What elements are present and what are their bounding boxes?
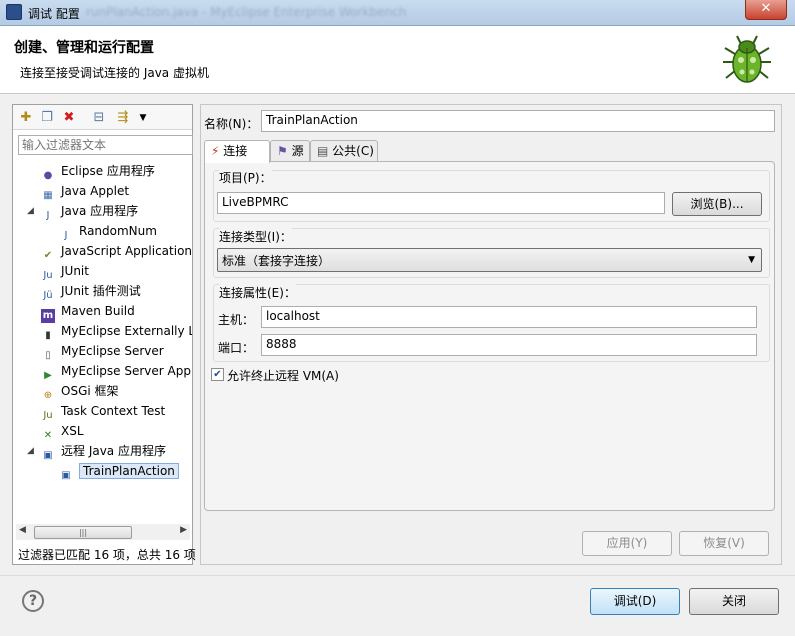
delete-icon[interactable]: ✖ <box>61 110 77 126</box>
expand-toggle-icon[interactable]: ◢ <box>27 201 34 221</box>
tree-item-label: JUnit <box>61 264 89 278</box>
tree-item-label: JUnit 插件测试 <box>61 284 141 298</box>
page-title: 创建、管理和运行配置 <box>14 40 154 56</box>
horizontal-scrollbar[interactable]: ◀ ||| ▶ <box>16 524 190 540</box>
project-label: 项目(P)： <box>219 169 272 186</box>
tree-item-label: MyEclipse Server <box>61 344 164 358</box>
filter-status: 过滤器已匹配 16 项，总共 16 项 <box>18 548 196 562</box>
filter-input[interactable] <box>18 135 193 155</box>
tree-item[interactable]: ◢ ▣ 远程 Java 应用程序 <box>27 441 166 461</box>
tree-item-label: Maven Build <box>61 304 135 318</box>
tree-item-label: MyEclipse Externally La <box>61 324 192 338</box>
tree-item[interactable]: ▮ MyEclipse Externally La <box>41 321 192 341</box>
conn-type-value: 标准（套接字连接） <box>222 254 331 268</box>
window-title: 调试 配置 <box>28 7 80 21</box>
tree-item-label: Java Applet <box>61 184 130 198</box>
tree-item[interactable]: J RandomNum <box>59 221 157 241</box>
host-label: 主机： <box>218 313 255 327</box>
remote-config-icon: ▣ <box>61 470 71 481</box>
name-label: 名称(N)： <box>204 117 259 131</box>
filter-dropdown-icon[interactable]: ▼ <box>135 110 151 126</box>
tab-content: 项目(P)： LiveBPMRC 浏览(B)... 连接类型(I)： 标准（套接… <box>204 161 775 511</box>
debug-bug-icon <box>723 35 771 83</box>
java-app-icon: J <box>46 210 50 221</box>
tree-item[interactable]: ▯ MyEclipse Server <box>41 341 164 361</box>
close-window-button[interactable]: ✕ <box>745 0 787 20</box>
debug-button[interactable]: 调试(D) <box>590 588 680 615</box>
scroll-thumb[interactable]: ||| <box>34 526 132 539</box>
tree-item[interactable]: ◢ J Java 应用程序 <box>27 201 139 221</box>
tree-item-label: RandomNum <box>79 224 157 238</box>
tree-item-label: Java 应用程序 <box>61 204 139 218</box>
tree-item[interactable]: ▣ TrainPlanAction <box>59 461 179 481</box>
tree-item[interactable]: ✔ JavaScript Application <box>41 241 192 261</box>
tab-connect[interactable]: ⚡ 连接 <box>204 140 270 163</box>
duplicate-icon[interactable]: ❐ <box>39 110 55 126</box>
source-icon: ⚑ <box>277 144 288 158</box>
tree-item-label: Eclipse 应用程序 <box>61 164 155 178</box>
window-title-background: runPlanAction.java - MyEclipse Enterpris… <box>86 5 407 19</box>
conn-props-label: 连接属性(E)： <box>219 284 296 301</box>
connect-icon: ⚡ <box>211 144 220 158</box>
scroll-right-icon[interactable]: ▶ <box>180 525 187 535</box>
help-icon[interactable]: ? <box>22 590 44 612</box>
page-subtitle: 连接至接受调试连接的 Java 虚拟机 <box>20 66 209 80</box>
tab-connect-label: 连接 <box>223 144 248 158</box>
tab-common[interactable]: ▤ 公共(C) <box>310 140 378 162</box>
tree-item[interactable]: m Maven Build <box>41 301 135 323</box>
tree-item-label: TrainPlanAction <box>79 463 179 479</box>
tree-item[interactable]: Ju JUnit <box>41 261 89 281</box>
allow-terminate-label: 允许终止远程 VM(A) <box>227 369 339 383</box>
tab-source-label: 源 <box>291 144 304 158</box>
config-toolbar: ✚ ❐ ✖ ⊟ ⇶ ▼ <box>13 105 192 130</box>
tree-item-label: MyEclipse Server Appl <box>61 364 192 378</box>
browse-button[interactable]: 浏览(B)... <box>672 192 762 216</box>
new-config-icon[interactable]: ✚ <box>18 110 34 126</box>
tree-item[interactable]: ● Eclipse 应用程序 <box>41 161 155 181</box>
tree-item[interactable]: ✕ XSL <box>41 421 84 441</box>
tree-item-label: JavaScript Application <box>61 244 192 258</box>
tree-item-label: Task Context Test <box>61 404 166 418</box>
config-list-panel: ✚ ❐ ✖ ⊟ ⇶ ▼ ●Eclipse 应用程序▦Java Applet◢JJ… <box>12 104 196 565</box>
tree-item[interactable]: ⊕ OSGi 框架 <box>41 381 119 401</box>
expand-toggle-icon[interactable]: ◢ <box>27 441 34 461</box>
conn-type-select[interactable]: 标准（套接字连接） ▼ <box>217 248 762 272</box>
scroll-left-icon[interactable]: ◀ <box>19 525 26 535</box>
tab-common-label: 公共(C) <box>332 144 374 158</box>
tree-item[interactable]: ▶ MyEclipse Server Appl <box>41 361 192 381</box>
tree-item[interactable]: Ju Task Context Test <box>41 401 165 421</box>
port-label: 端口： <box>218 341 255 355</box>
config-editor: 名称(N)： TrainPlanAction ⚡ 连接 ⚑ 源 ▤ 公共(C) … <box>200 104 782 565</box>
config-name-input[interactable]: TrainPlanAction <box>261 110 775 132</box>
allow-terminate-checkbox[interactable]: ✔ <box>211 368 224 381</box>
title-bar: 调试 配置 runPlanAction.java - MyEclipse Ent… <box>0 0 795 26</box>
apply-button[interactable]: 应用(Y) <box>582 531 672 556</box>
filter-icon[interactable]: ⇶ <box>115 110 131 126</box>
tree-item[interactable]: ▦ Java Applet <box>41 181 129 201</box>
tab-source[interactable]: ⚑ 源 <box>270 140 310 162</box>
footer-divider <box>0 575 795 576</box>
port-input[interactable]: 8888 <box>261 334 757 356</box>
config-tree: ● Eclipse 应用程序 ▦ Java Applet ◢ J Java 应用程序 J Ran… <box>13 159 192 523</box>
app-icon <box>6 4 22 20</box>
close-button[interactable]: 关闭 <box>689 588 779 615</box>
conn-type-label: 连接类型(I)： <box>219 228 292 245</box>
chevron-down-icon: ▼ <box>748 255 755 265</box>
tree-item-label: 远程 Java 应用程序 <box>61 444 166 458</box>
project-input[interactable]: LiveBPMRC <box>217 192 665 214</box>
common-icon: ▤ <box>317 144 329 158</box>
dialog-header: 创建、管理和运行配置 连接至接受调试连接的 Java 虚拟机 <box>0 26 795 94</box>
remote-java-icon: ▣ <box>43 450 53 461</box>
host-input[interactable]: localhost <box>261 306 757 328</box>
tree-item[interactable]: Jü JUnit 插件测试 <box>41 281 141 301</box>
revert-button[interactable]: 恢复(V) <box>679 531 769 556</box>
collapse-all-icon[interactable]: ⊟ <box>91 110 107 126</box>
tree-item-label: XSL <box>61 424 84 438</box>
tree-item-label: OSGi 框架 <box>61 384 119 398</box>
